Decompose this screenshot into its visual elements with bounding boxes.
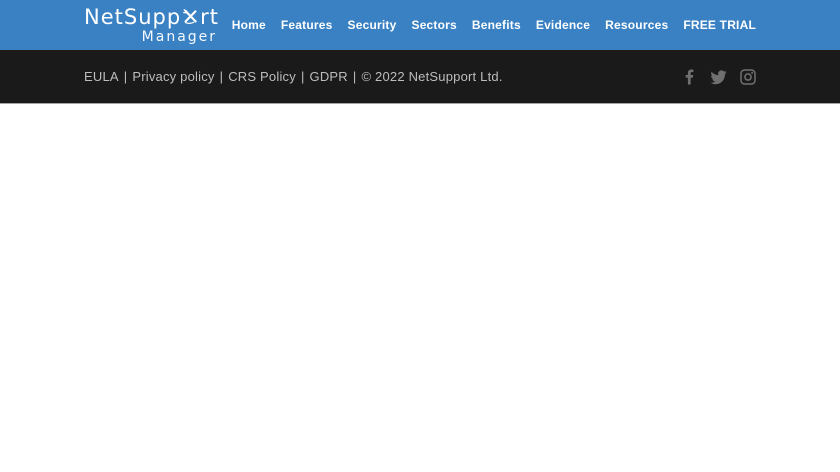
footer-link-crs-policy[interactable]: CRS Policy (228, 69, 296, 84)
footer-copyright: © 2022 NetSupport Ltd. (361, 69, 503, 84)
footer-separator: | (219, 69, 224, 84)
footer-separator: | (300, 69, 305, 84)
logo-wordmark: NetSupp rt (84, 4, 220, 29)
netsupport-manager-logo[interactable]: NetSupp rt Manager (84, 4, 220, 45)
nav-item-home[interactable]: Home (232, 18, 266, 32)
logo-text-prefix: NetSupp (84, 4, 182, 29)
social-links (682, 68, 756, 85)
site-header: NetSupp rt Manager Home Features Securit… (0, 0, 840, 50)
main-navigation: Home Features Security Sectors Benefits … (232, 16, 756, 34)
footer-legal-links: EULA | Privacy policy | CRS Policy | GDPR | © 20… (84, 69, 503, 84)
nav-item-security[interactable]: Security (348, 18, 397, 32)
footer-link-privacy-policy[interactable]: Privacy policy (132, 69, 214, 84)
nav-item-features[interactable]: Features (281, 18, 333, 32)
nav-item-evidence[interactable]: Evidence (536, 18, 590, 32)
facebook-icon[interactable] (682, 69, 697, 85)
nav-item-resources[interactable]: Resources (605, 18, 668, 32)
footer-separator: | (352, 69, 357, 84)
footer-link-eula[interactable]: EULA (84, 69, 119, 84)
logo-subtitle: Manager (141, 28, 218, 45)
instagram-icon[interactable] (740, 68, 756, 85)
nav-item-free-trial[interactable]: FREE TRIAL (683, 18, 756, 32)
site-footer: EULA | Privacy policy | CRS Policy | GDPR | © 20… (0, 50, 840, 104)
logo-text-suffix: rt (200, 4, 220, 29)
crossed-tools-icon (182, 8, 199, 29)
footer-separator: | (123, 69, 128, 84)
nav-item-benefits[interactable]: Benefits (472, 18, 521, 32)
nav-item-sectors[interactable]: Sectors (411, 18, 456, 32)
page-content-area (0, 104, 840, 471)
footer-link-gdpr[interactable]: GDPR (310, 69, 348, 84)
twitter-icon[interactable] (710, 69, 727, 85)
